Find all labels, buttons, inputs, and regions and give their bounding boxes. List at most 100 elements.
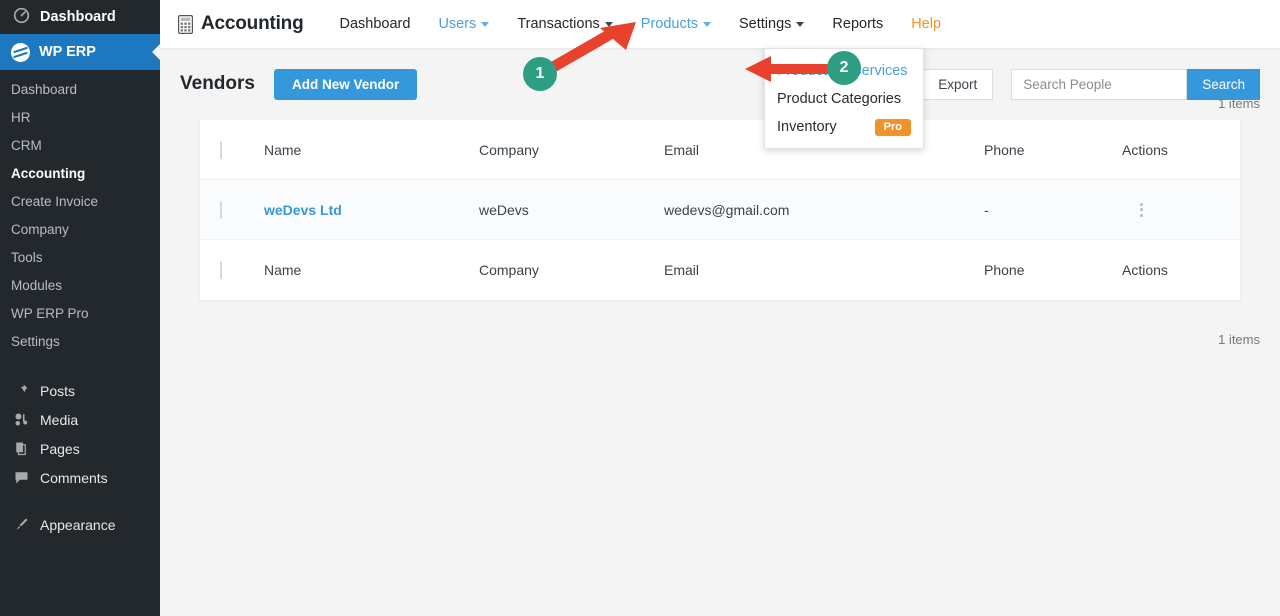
dropdown-inventory-label: Inventory: [777, 119, 837, 135]
nav-dashboard[interactable]: Dashboard: [326, 0, 425, 48]
nav-transactions-label: Transactions: [517, 16, 600, 32]
sidebar-media-label: Media: [40, 411, 79, 428]
app-root: Dashboard WP ERP Dashboard HR CRM Accoun…: [0, 0, 1280, 616]
sidebar-subitem-create-invoice[interactable]: Create Invoice: [0, 187, 160, 215]
sidebar-submenu: Dashboard HR CRM Accounting Create Invoi…: [0, 70, 160, 367]
pages-icon: [11, 441, 31, 456]
table-header-row: Name Company Email Phone Actions: [200, 120, 1240, 180]
page-title: Vendors: [180, 73, 255, 94]
add-new-vendor-button[interactable]: Add New Vendor: [273, 68, 418, 100]
nav-dashboard-label: Dashboard: [339, 16, 411, 32]
col-company: Company: [479, 141, 539, 158]
pin-icon: [11, 383, 31, 398]
nav-products[interactable]: Products: [627, 0, 725, 48]
search-form: Search: [1011, 68, 1260, 100]
sidebar-divider-3: [0, 501, 160, 510]
row-checkbox[interactable]: [220, 200, 222, 219]
nav-products-label: Products: [640, 16, 699, 32]
row-actions-menu-icon[interactable]: [1132, 202, 1150, 217]
search-button[interactable]: Search: [1187, 68, 1260, 100]
sidebar-subitem-settings[interactable]: Settings: [0, 327, 160, 355]
footer-col-name: Name: [264, 262, 302, 278]
sidebar-subitem-modules[interactable]: Modules: [0, 271, 160, 299]
nav-users-label: Users: [438, 16, 477, 32]
footer-col-actions: Actions: [1122, 262, 1168, 278]
nav-settings-label: Settings: [739, 16, 792, 32]
cell-email: wedevs@gmail.com: [664, 201, 790, 218]
sidebar-comments-label: Comments: [40, 469, 108, 486]
footer-col-company: Company: [479, 262, 539, 278]
footer-col-phone: Phone: [984, 262, 1025, 278]
sidebar-subitem-dashboard[interactable]: Dashboard: [0, 75, 160, 103]
sidebar-posts-label: Posts: [40, 382, 76, 399]
row-select-cell: [220, 200, 264, 219]
items-count-bottom: 1 items: [1218, 332, 1260, 347]
sidebar-divider: [0, 367, 160, 376]
dropdown-item-product-categories[interactable]: Product Categories: [765, 85, 923, 113]
sidebar-subitem-hr[interactable]: HR: [0, 103, 160, 131]
gauge-icon: [11, 7, 31, 28]
accounting-topbar: Accounting Dashboard Users Transactions …: [160, 0, 1280, 48]
cell-name: weDevs Ltd: [264, 202, 479, 218]
cell-company: weDevs: [479, 201, 529, 218]
nav-help-label: Help: [911, 16, 942, 32]
select-all-footer-checkbox[interactable]: [220, 261, 222, 279]
search-input[interactable]: [1011, 68, 1188, 100]
nav-transactions[interactable]: Transactions: [503, 0, 626, 48]
page-header: Vendors Add New Vendor Import Export Sea…: [160, 48, 1280, 106]
main-content: Accounting Dashboard Users Transactions …: [160, 0, 1280, 616]
nav-reports[interactable]: Reports: [818, 0, 897, 48]
cell-actions: [1122, 202, 1220, 217]
sidebar-item-comments[interactable]: Comments: [0, 463, 160, 492]
topbar-nav: Dashboard Users Transactions Products Se…: [326, 0, 956, 48]
col-phone: Phone: [984, 141, 1025, 158]
dropdown-item-inventory[interactable]: Inventory Pro: [765, 113, 923, 141]
nav-reports-label: Reports: [832, 16, 884, 32]
col-name: Name: [264, 141, 302, 158]
sidebar-dashboard-label: Dashboard: [40, 9, 116, 25]
brand-title: Accounting: [201, 13, 304, 34]
table-footer-row: Name Company Email Phone Actions: [200, 240, 1240, 300]
sidebar-subitem-wp-erp-pro[interactable]: WP ERP Pro: [0, 299, 160, 327]
nav-users[interactable]: Users: [424, 0, 503, 48]
vendors-table: Name Company Email Phone Actions weDevs …: [200, 120, 1240, 300]
annotation-step-2: 2: [827, 51, 861, 85]
brand: Accounting: [178, 13, 304, 35]
dropdown-product-categories-label: Product Categories: [777, 91, 902, 107]
sidebar-item-dashboard[interactable]: Dashboard: [0, 0, 160, 34]
select-all-checkbox[interactable]: [220, 140, 222, 159]
sidebar-item-posts[interactable]: Posts: [0, 376, 160, 405]
sidebar-item-appearance[interactable]: Appearance: [0, 510, 160, 539]
chevron-down-icon: [796, 21, 805, 27]
active-menu-pointer-icon: [152, 44, 160, 60]
comment-icon: [11, 470, 31, 485]
nav-settings[interactable]: Settings: [725, 0, 818, 48]
vendor-name-link[interactable]: weDevs Ltd: [264, 202, 342, 218]
media-icon: [11, 412, 31, 427]
sidebar-subitem-tools[interactable]: Tools: [0, 243, 160, 271]
sidebar-subitem-company[interactable]: Company: [0, 215, 160, 243]
sidebar-item-media[interactable]: Media: [0, 405, 160, 434]
wp-admin-sidebar: Dashboard WP ERP Dashboard HR CRM Accoun…: [0, 0, 160, 616]
brush-icon: [11, 517, 31, 532]
cell-phone: -: [984, 201, 989, 218]
sidebar-divider-2: [0, 492, 160, 501]
sidebar-item-wp-erp[interactable]: WP ERP: [0, 34, 160, 70]
table-row: weDevs Ltd weDevs wedevs@gmail.com -: [200, 180, 1240, 240]
wp-erp-logo-icon: [11, 42, 30, 62]
sidebar-subitem-accounting[interactable]: Accounting: [0, 159, 160, 187]
sidebar-appearance-label: Appearance: [40, 516, 116, 533]
col-actions: Actions: [1122, 141, 1168, 158]
footer-col-email: Email: [664, 262, 700, 278]
select-all-cell: [220, 140, 264, 159]
chevron-down-icon: [703, 21, 712, 27]
nav-help[interactable]: Help: [897, 0, 955, 48]
sidebar-subitem-crm[interactable]: CRM: [0, 131, 160, 159]
calculator-icon: [178, 14, 194, 34]
chevron-down-icon: [481, 21, 490, 27]
sidebar-item-pages[interactable]: Pages: [0, 434, 160, 463]
pro-badge: Pro: [874, 118, 911, 136]
sidebar-pages-label: Pages: [40, 440, 80, 457]
export-button[interactable]: Export: [923, 68, 994, 100]
annotation-step-1: 1: [523, 57, 557, 91]
